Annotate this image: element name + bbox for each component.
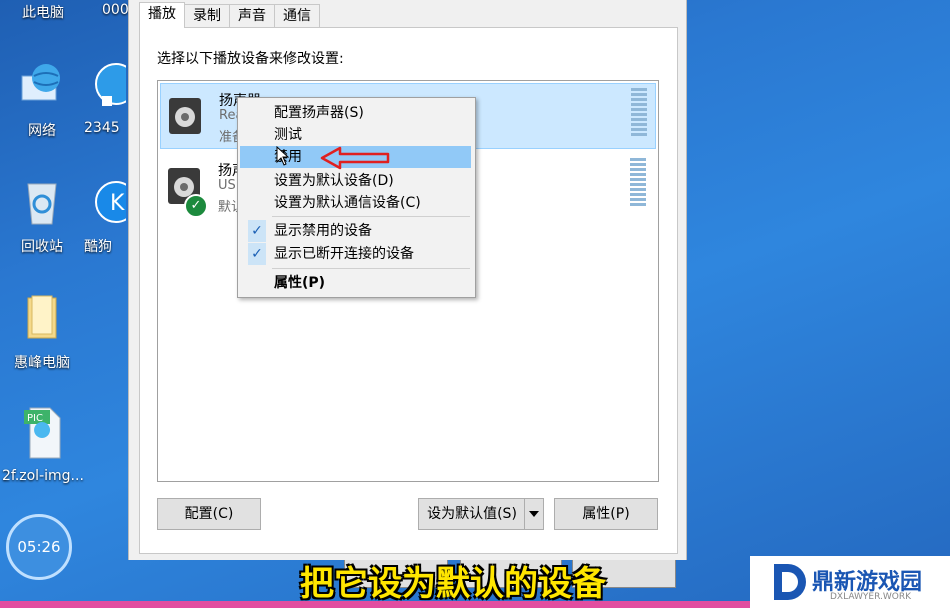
- tab-recording[interactable]: 录制: [184, 4, 230, 27]
- checkmark-icon: ✓: [248, 220, 266, 242]
- menu-item-set-default-comm-device[interactable]: 设置为默认通信设备(C): [240, 192, 471, 214]
- tab-communications[interactable]: 通信: [274, 4, 320, 27]
- checkmark-icon: ✓: [248, 243, 266, 265]
- video-caption: 把它设为默认的设备: [300, 564, 606, 604]
- volume-meter: [631, 88, 647, 136]
- tab-strip: 播放 录制 声音 通信: [139, 2, 320, 28]
- desktop-icon-network[interactable]: 网络: [2, 60, 82, 140]
- menu-separator: [272, 216, 470, 217]
- desktop-icon-label: 2f.zol-img...: [2, 468, 84, 484]
- svg-text:K: K: [110, 191, 125, 216]
- menu-item-properties[interactable]: 属性(P): [240, 272, 471, 294]
- speaker-icon: [169, 98, 201, 134]
- site-logo: 鼎新游戏园 DXLAWYER.WORK: [750, 556, 950, 608]
- set-default-dropdown[interactable]: [524, 498, 544, 530]
- tab-playback[interactable]: 播放: [139, 2, 185, 28]
- desktop-icon-label: 回收站: [21, 239, 63, 255]
- desktop-icon-label: 酷狗: [84, 239, 112, 255]
- mouse-cursor-icon: [276, 146, 290, 166]
- annotation-arrow-icon: [320, 146, 390, 170]
- logo-d-icon: [774, 564, 806, 600]
- desktop-icon-label: 2345: [84, 120, 120, 136]
- menu-item-configure-speakers[interactable]: 配置扬声器(S): [240, 102, 471, 124]
- logo-subtitle: DXLAWYER.WORK: [830, 592, 911, 602]
- device-driver: US: [218, 178, 236, 193]
- volume-meter: [630, 158, 646, 206]
- desktop-icon-pic-file[interactable]: PIC 2f.zol-img...: [2, 404, 84, 484]
- set-default-button[interactable]: 设为默认值(S): [418, 498, 525, 530]
- desktop-clock-widget: 05:26: [6, 514, 72, 580]
- recycle-bin-icon: [27, 183, 57, 225]
- menu-item-show-disabled[interactable]: ✓ 显示禁用的设备: [240, 220, 471, 242]
- menu-item-show-disconnected[interactable]: ✓ 显示已断开连接的设备: [240, 243, 471, 265]
- desktop-icon-recycle-bin[interactable]: 回收站: [2, 176, 82, 256]
- network-globe-icon: [21, 64, 60, 101]
- menu-separator: [272, 268, 470, 269]
- menu-item-test[interactable]: 测试: [240, 124, 471, 146]
- menu-item-set-default-device[interactable]: 设置为默认设备(D): [240, 170, 471, 192]
- desktop-icon-kugou[interactable]: K 酷狗: [84, 176, 128, 256]
- configure-button[interactable]: 配置(C): [157, 498, 261, 530]
- video-progress-bar: [0, 601, 750, 608]
- device-context-menu: 配置扬声器(S) 测试 禁用 设置为默认设备(D) 设置为默认通信设备(C) ✓…: [237, 97, 476, 298]
- pic-file-icon: PIC: [24, 407, 61, 459]
- desktop-icon-folder[interactable]: 惠峰电脑: [2, 292, 82, 372]
- desktop-icon-2345[interactable]: 2345: [84, 60, 128, 136]
- desktop-top-label-pc: 此电脑: [22, 5, 64, 21]
- chevron-down-icon: [529, 511, 539, 517]
- folder-icon: [27, 295, 57, 339]
- kugou-music-icon: K: [95, 181, 128, 223]
- tab-sounds[interactable]: 声音: [229, 4, 275, 27]
- default-check-icon: ✓: [184, 194, 208, 218]
- properties-button[interactable]: 属性(P): [554, 498, 658, 530]
- browser-shortcut-icon: [95, 63, 128, 106]
- desktop-top-label-2: 000: [102, 2, 129, 18]
- desktop-icon-label: 网络: [28, 123, 56, 139]
- desktop-icon-label: 惠峰电脑: [14, 355, 70, 371]
- instruction-text: 选择以下播放设备来修改设置:: [157, 51, 344, 67]
